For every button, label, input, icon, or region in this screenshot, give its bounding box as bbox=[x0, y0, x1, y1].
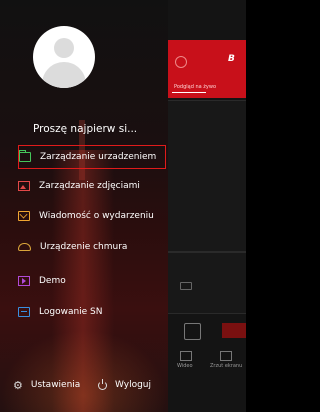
folder-icon bbox=[18, 150, 31, 162]
logout-label: Wyloguj bbox=[115, 380, 151, 390]
video-cell bbox=[165, 100, 246, 252]
power-icon bbox=[98, 378, 107, 390]
menu-item-image-management[interactable]: Zarządzanie zdjęciami bbox=[18, 175, 166, 197]
demo-icon bbox=[18, 276, 30, 286]
control-button bbox=[184, 323, 201, 340]
menu-item-device-management[interactable]: Zarządzanie urzadzeniem bbox=[18, 145, 166, 169]
tab-screenshot: Zrzut ekranu bbox=[210, 363, 243, 369]
menu-item-event-messages[interactable]: Wiadomość o wydarzeniu bbox=[18, 205, 166, 227]
login-prompt[interactable]: Proszę najpierw si... bbox=[33, 123, 137, 135]
settings-button[interactable]: ⚙ Ustawienia bbox=[13, 377, 80, 393]
screenshot-tab-icon bbox=[220, 351, 232, 361]
gear-icon: ⚙ bbox=[13, 378, 23, 392]
logout-button[interactable]: Wyloguj bbox=[98, 377, 151, 393]
background-glow bbox=[0, 330, 168, 412]
menu-item-label: Demo bbox=[39, 276, 66, 286]
menu-item-label: Logowanie SN bbox=[39, 307, 103, 317]
sn-login-icon bbox=[18, 307, 30, 317]
control-button-red bbox=[222, 323, 246, 338]
menu-item-sn-login[interactable]: Logowanie SN bbox=[18, 301, 166, 323]
app-screen: B Podgląd na żywo Wideo Zrzut ekranu Pro… bbox=[0, 0, 246, 412]
menu-item-cloud-device[interactable]: Urządzenie chmura bbox=[18, 236, 166, 258]
brand-logo: B bbox=[228, 54, 235, 64]
tab-live-underline bbox=[172, 92, 206, 93]
tab-live-view: Podgląd na żywo bbox=[174, 84, 217, 90]
video-cell bbox=[165, 252, 246, 314]
record-icon bbox=[180, 282, 192, 290]
navigation-drawer: Proszę najpierw si... Zarządzanie urzadz… bbox=[0, 0, 168, 412]
settings-label: Ustawienia bbox=[30, 380, 81, 390]
avatar-body bbox=[42, 62, 86, 88]
tab-video: Wideo bbox=[177, 363, 193, 369]
avatar-head bbox=[54, 38, 74, 58]
menu-item-label: Zarządzanie urzadzeniem bbox=[40, 152, 157, 162]
avatar[interactable] bbox=[33, 26, 95, 88]
menu-item-label: Zarządzanie zdjęciami bbox=[39, 181, 140, 191]
menu-item-demo[interactable]: Demo bbox=[18, 270, 166, 292]
menu-item-label: Urządzenie chmura bbox=[40, 242, 128, 252]
menu-item-label: Wiadomość o wydarzeniu bbox=[39, 211, 154, 221]
user-icon bbox=[175, 56, 187, 68]
message-icon bbox=[18, 211, 30, 221]
image-icon bbox=[18, 181, 30, 191]
cloud-icon bbox=[18, 243, 31, 251]
video-tab-icon bbox=[180, 351, 192, 361]
